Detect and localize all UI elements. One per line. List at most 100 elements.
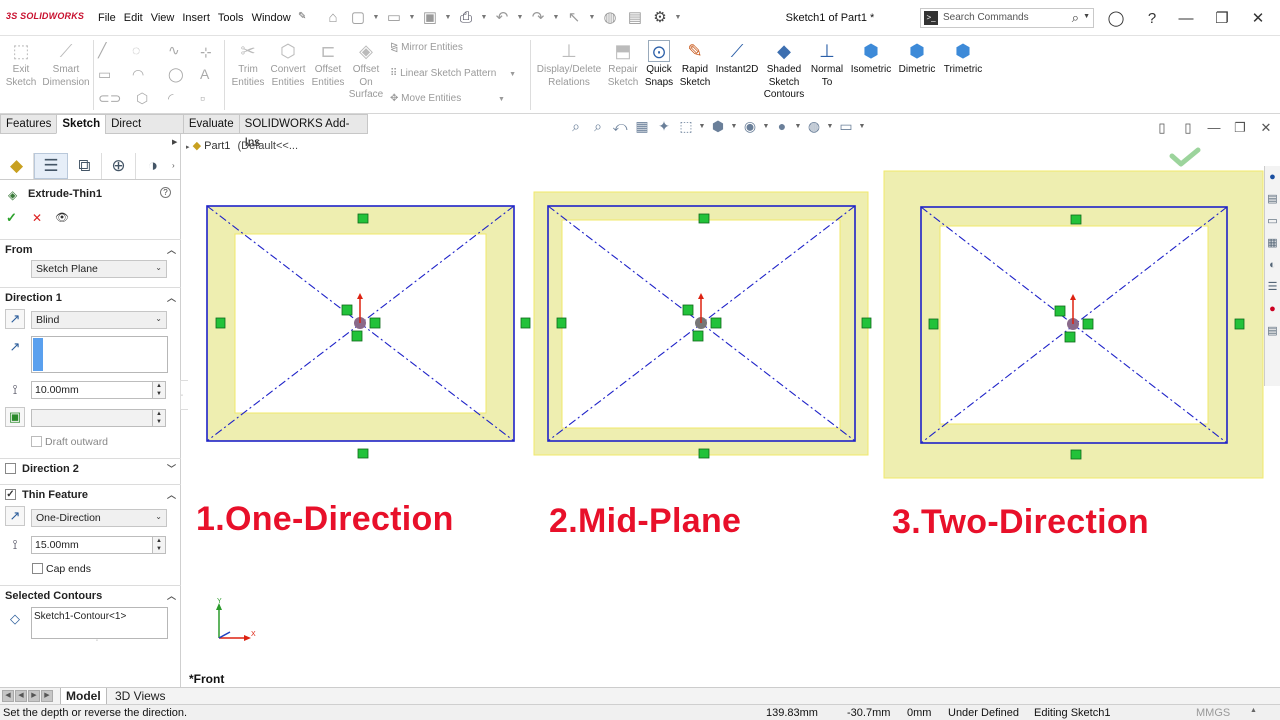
minimize-window-icon[interactable]: — bbox=[1174, 6, 1198, 30]
convert-entities-button[interactable]: ⬡ Convert Entities bbox=[268, 40, 308, 89]
mirror-entities-button[interactable]: ⧎ Mirror Entities bbox=[390, 42, 463, 53]
feature-manager-tab-icon[interactable]: ◆ bbox=[0, 152, 34, 179]
thin-type-select[interactable]: One-Direction ⌄ bbox=[31, 509, 167, 527]
from-select[interactable]: Sketch Plane ⌄ bbox=[31, 260, 167, 278]
menu-view[interactable]: View bbox=[147, 12, 179, 24]
pin-icon[interactable]: ✎ bbox=[298, 11, 306, 22]
move-entities-button[interactable]: ✥ Move Entities ▼ bbox=[390, 93, 505, 104]
redo-dropdown-icon[interactable]: ▼ bbox=[552, 6, 560, 28]
view-settings-icon[interactable]: ▭ bbox=[836, 116, 856, 136]
point-icon[interactable]: ⊹ bbox=[200, 44, 212, 61]
file-explorer-icon[interactable]: ▭ bbox=[1265, 210, 1280, 232]
menu-file[interactable]: File bbox=[94, 12, 120, 24]
move-dropdown-icon[interactable]: ▼ bbox=[498, 96, 505, 103]
display-delete-relations-button[interactable]: ⊥ Display/Delete Relations bbox=[534, 40, 604, 89]
dynamic-annotation-icon[interactable]: ✦ bbox=[654, 116, 674, 136]
display-style-icon[interactable]: ⬢ bbox=[708, 116, 728, 136]
open-dropdown-icon[interactable]: ▼ bbox=[408, 6, 416, 28]
exit-sketch-button[interactable]: ⬚ Exit Sketch bbox=[4, 40, 38, 89]
reverse-direction-icon[interactable]: ↗ bbox=[5, 309, 25, 329]
offset-on-surface-button[interactable]: ◈ Offset On Surface bbox=[346, 40, 386, 102]
cap-ends-checkbox[interactable] bbox=[32, 563, 43, 574]
section-view-icon[interactable]: ▦ bbox=[632, 116, 652, 136]
redo-icon[interactable]: ↷ bbox=[527, 6, 549, 28]
close-window-icon[interactable]: ✕ bbox=[1246, 6, 1270, 30]
tab-3d-views[interactable]: 3D Views bbox=[110, 688, 170, 705]
isometric-button[interactable]: ⬢ Isometric bbox=[848, 40, 894, 77]
ok-checkmark-icon[interactable]: ✓ bbox=[6, 210, 17, 226]
panel-collapse-icon[interactable]: ▶ bbox=[172, 138, 177, 146]
ellipse-icon[interactable]: ◯ bbox=[168, 66, 184, 83]
print-icon[interactable]: ⎙ bbox=[455, 6, 477, 28]
undo-dropdown-icon[interactable]: ▼ bbox=[516, 6, 524, 28]
tab-sketch[interactable]: Sketch bbox=[56, 114, 106, 134]
from-section-header[interactable]: From ︿ bbox=[0, 239, 181, 259]
direction1-section-header[interactable]: Direction 1 ︿ bbox=[0, 287, 181, 307]
tab-evaluate[interactable]: Evaluate bbox=[182, 114, 239, 134]
draft-outward-checkbox[interactable] bbox=[31, 436, 42, 447]
property-manager-tab-icon[interactable]: ☰ bbox=[34, 152, 68, 179]
quick-snaps-button[interactable]: ⊙ Quick Snaps bbox=[643, 40, 675, 89]
repair-sketch-button[interactable]: ⬒ Repair Sketch bbox=[604, 40, 642, 89]
file-properties-icon[interactable]: ▤ bbox=[624, 6, 646, 28]
new-dropdown-icon[interactable]: ▼ bbox=[372, 6, 380, 28]
options-dropdown-icon[interactable]: ▼ bbox=[674, 6, 682, 28]
prev-tab-arrow-icon[interactable]: ◀ bbox=[15, 690, 27, 702]
appearances-icon[interactable]: ◐ bbox=[1265, 254, 1280, 276]
menu-tools[interactable]: Tools bbox=[214, 12, 248, 24]
last-tab-arrow-icon[interactable]: ▶ bbox=[41, 690, 53, 702]
tab-direct-editing[interactable]: Direct Editing bbox=[105, 114, 183, 149]
forum-icon[interactable]: ● bbox=[1265, 298, 1280, 320]
linear-sketch-pattern-button[interactable]: ⠿ Linear Sketch Pattern ▼ bbox=[390, 68, 516, 79]
thin-reverse-direction-icon[interactable]: ↗ bbox=[5, 506, 25, 526]
units-dropdown-icon[interactable]: ▲ bbox=[1250, 707, 1257, 714]
direction-of-extrusion-box[interactable] bbox=[31, 336, 168, 373]
smart-dimension-button[interactable]: ⟋ Smart Dimension bbox=[40, 40, 92, 89]
normal-to-button[interactable]: ⊥ Normal To bbox=[808, 40, 846, 89]
tab-solidworks-addins[interactable]: SOLIDWORKS Add-Ins bbox=[238, 114, 368, 149]
apply-scene-icon[interactable]: ◍ bbox=[804, 116, 824, 136]
next-tab-arrow-icon[interactable]: ▶ bbox=[28, 690, 40, 702]
display-manager-tab-icon[interactable]: ◑ bbox=[136, 153, 170, 179]
home-icon[interactable]: ⌂ bbox=[322, 6, 344, 28]
first-tab-arrow-icon[interactable]: ◀ bbox=[2, 690, 14, 702]
thin-feature-checkbox[interactable]: ✓ bbox=[5, 489, 16, 500]
zoom-to-area-icon[interactable]: ⌕ bbox=[588, 116, 608, 136]
plane-icon[interactable]: ▫ bbox=[200, 90, 205, 106]
hide-show-items-icon[interactable]: ◉ bbox=[740, 116, 760, 136]
spline-icon[interactable]: ∿ bbox=[168, 42, 180, 59]
end-condition-select[interactable]: Blind ⌄ bbox=[31, 311, 167, 329]
menu-insert[interactable]: Insert bbox=[178, 12, 214, 24]
circle-icon[interactable]: ◌ bbox=[132, 42, 140, 58]
draft-angle-spinner[interactable]: ▲ ▼ bbox=[152, 409, 166, 427]
trimetric-button[interactable]: ⬢ Trimetric bbox=[940, 40, 986, 77]
cancel-x-icon[interactable]: ✕ bbox=[32, 211, 42, 225]
rebuild-icon[interactable]: ◍ bbox=[599, 6, 621, 28]
dimxpert-manager-tab-icon[interactable]: ⊕ bbox=[102, 152, 136, 179]
selected-contours-section-header[interactable]: Selected Contours ︿ bbox=[0, 585, 181, 605]
view-palette-icon[interactable]: ▦ bbox=[1265, 232, 1280, 254]
menu-window[interactable]: Window bbox=[248, 12, 295, 24]
open-folder-icon[interactable]: ▭ bbox=[383, 6, 405, 28]
new-document-icon[interactable]: ▢ bbox=[347, 6, 369, 28]
rectangle-icon[interactable]: ▭ bbox=[98, 66, 111, 83]
tab-model[interactable]: Model bbox=[60, 688, 107, 705]
help-icon[interactable]: ? bbox=[1140, 6, 1164, 30]
thin-feature-section-header[interactable]: ✓ Thin Feature ︿ bbox=[0, 484, 181, 504]
select-arrow-icon[interactable]: ↖ bbox=[563, 6, 585, 28]
list-resize-handle[interactable]: ◦ bbox=[96, 638, 98, 644]
save-dropdown-icon[interactable]: ▼ bbox=[444, 6, 452, 28]
polygon-icon[interactable]: ⬡ bbox=[136, 90, 148, 107]
search-dropdown-icon[interactable]: ▼ bbox=[1083, 13, 1090, 20]
undo-icon[interactable]: ↶ bbox=[491, 6, 513, 28]
search-commands-box[interactable]: >_ Search Commands ⌕ ▼ bbox=[920, 8, 1094, 28]
design-library-icon[interactable]: ▤ bbox=[1265, 188, 1280, 210]
text-icon[interactable]: A bbox=[200, 66, 209, 82]
user-account-icon[interactable]: ◯ bbox=[1104, 6, 1128, 30]
fillet-icon[interactable]: ◜ bbox=[168, 90, 173, 107]
slot-icon[interactable]: ⊂⊃ bbox=[98, 90, 121, 107]
save-icon[interactable]: ▣ bbox=[419, 6, 441, 28]
depth-spinner[interactable]: ▲ ▼ bbox=[152, 381, 166, 399]
line-icon[interactable]: ╱ bbox=[98, 42, 106, 59]
edit-appearance-icon[interactable]: ● bbox=[772, 116, 792, 136]
